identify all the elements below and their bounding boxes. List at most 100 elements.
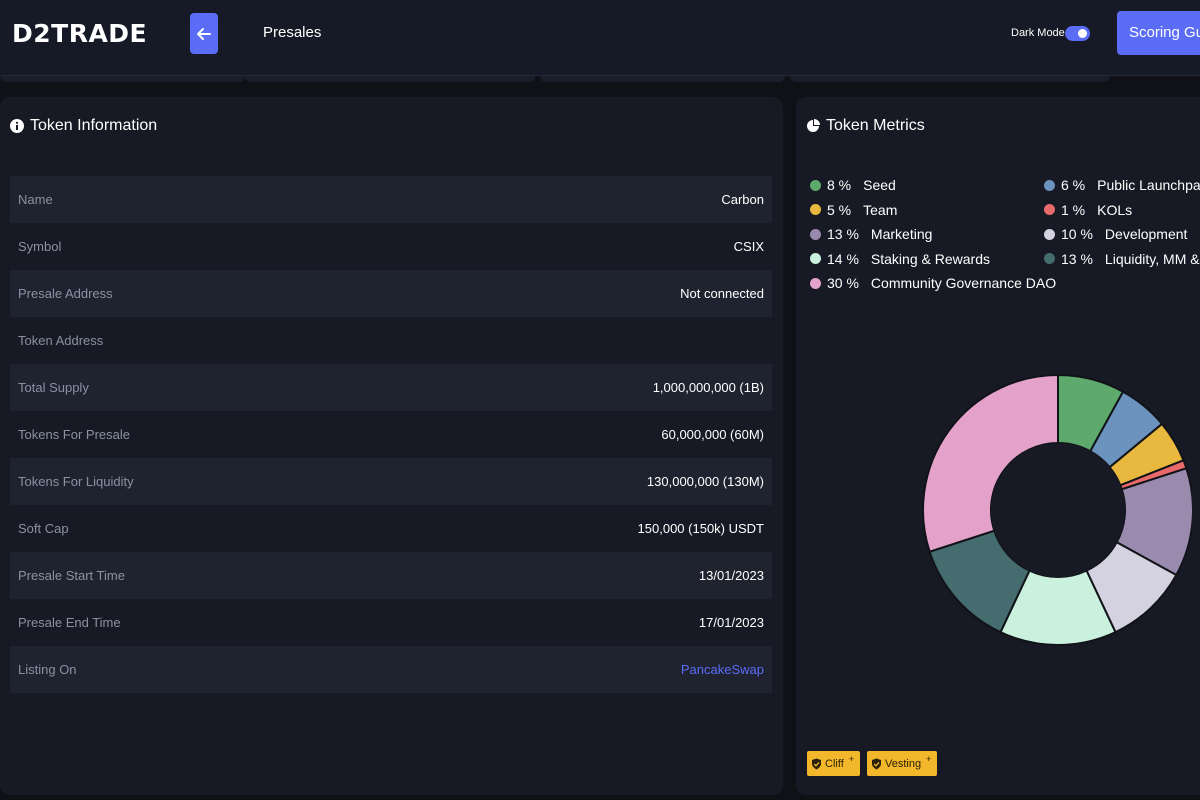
table-row: Presale Address Not connected bbox=[10, 270, 772, 317]
legend-label: KOLs bbox=[1097, 201, 1133, 218]
row-label: Total Supply bbox=[18, 380, 89, 395]
legend-dot bbox=[810, 253, 821, 265]
legend-percent: 14 % bbox=[827, 250, 859, 267]
legend-item[interactable]: 30 % Community Governance DAO bbox=[810, 275, 1056, 291]
header-tab-strip bbox=[245, 76, 535, 82]
token-metrics-panel: Token Metrics 8 % Seed 5 % Team 13 % Marketin… bbox=[796, 97, 1200, 795]
legend-item[interactable]: 10 % Development bbox=[1044, 226, 1187, 242]
legend-dot bbox=[810, 228, 821, 240]
badge-cliff[interactable]: Cliff + bbox=[807, 751, 861, 776]
legend-percent: 6 % bbox=[1061, 177, 1086, 193]
legend-item[interactable]: 13 % Liquidity, MM & Listing bbox=[1044, 251, 1200, 267]
legend-item[interactable]: 1 % KOLs bbox=[1044, 202, 1132, 218]
token-information-panel: Token Information Name Carbon Symbol CSIX Pr… bbox=[0, 97, 783, 795]
pie-chart-icon bbox=[807, 119, 820, 132]
dark-mode-label: Dark Mode bbox=[1011, 27, 1065, 39]
table-row: Tokens For Presale 60,000,000 (60M) bbox=[10, 411, 772, 458]
legend-label: Public Launchpads bbox=[1097, 177, 1200, 193]
legend-item[interactable]: 8 % Seed bbox=[810, 177, 896, 193]
row-label: Name bbox=[18, 192, 53, 207]
row-label: Soft Cap bbox=[18, 521, 69, 536]
scoring-guide-button[interactable]: Scoring Guide bbox=[1117, 11, 1200, 55]
row-label: Tokens For Presale bbox=[18, 427, 130, 442]
table-row: Symbol CSIX bbox=[10, 223, 772, 270]
row-value: 17/01/2023 bbox=[698, 615, 764, 630]
vesting-badges: Cliff + Vesting + bbox=[807, 751, 938, 776]
legend-percent: 10 % bbox=[1061, 226, 1093, 243]
legend-percent: 1 % bbox=[1061, 201, 1086, 218]
badge-label: Cliff bbox=[825, 757, 844, 770]
panel-title: Token Metrics bbox=[806, 117, 925, 135]
row-label: Presale End Time bbox=[18, 615, 121, 630]
row-label: Symbol bbox=[18, 239, 62, 254]
legend-label: Liquidity, MM & Listing bbox=[1104, 250, 1200, 267]
row-value: CSIX bbox=[733, 239, 764, 254]
legend-percent: 5 % bbox=[827, 201, 852, 218]
legend-dot bbox=[810, 204, 821, 216]
token-allocation-donut-chart bbox=[922, 373, 1192, 646]
table-row: Tokens For Liquidity 130,000,000 (130M) bbox=[10, 458, 772, 505]
legend-dot bbox=[1044, 204, 1055, 216]
legend-percent: 30 % bbox=[827, 275, 859, 292]
legend-label: Development bbox=[1104, 226, 1188, 243]
shield-check-icon bbox=[812, 758, 821, 769]
row-value: 60,000,000 (60M) bbox=[661, 427, 764, 442]
legend-percent: 13 % bbox=[1061, 250, 1093, 267]
row-label: Token Address bbox=[18, 333, 104, 348]
row-value: 1,000,000,000 (1B) bbox=[652, 380, 764, 395]
legend-percent: 13 % bbox=[827, 226, 859, 243]
row-value: Not connected bbox=[680, 286, 764, 301]
table-row: Soft Cap 150,000 (150k) USDT bbox=[10, 505, 772, 552]
row-value: Carbon bbox=[721, 192, 764, 207]
legend-dot bbox=[810, 179, 821, 191]
token-info-table: Name Carbon Symbol CSIX Presale Address Not c… bbox=[10, 176, 772, 693]
toggle-knob bbox=[1078, 29, 1087, 38]
legend-dot bbox=[1044, 179, 1055, 191]
back-button[interactable] bbox=[190, 13, 218, 54]
table-row: Token Address bbox=[10, 317, 772, 364]
donut-hole bbox=[991, 443, 1125, 577]
badge-vesting[interactable]: Vesting + bbox=[867, 751, 938, 776]
table-row: Total Supply 1,000,000,000 (1B) bbox=[10, 364, 772, 411]
row-value: 150,000 (150k) USDT bbox=[637, 521, 764, 536]
row-label: Listing On bbox=[18, 662, 77, 677]
legend-item[interactable]: 5 % Team bbox=[810, 202, 897, 218]
table-row: Presale End Time 17/01/2023 bbox=[10, 599, 772, 646]
legend-dot bbox=[1044, 253, 1055, 265]
plus-icon: + bbox=[926, 753, 932, 764]
legend-label: Team bbox=[863, 201, 898, 218]
legend-label: Community Governance DAO bbox=[870, 275, 1057, 292]
badge-label: Vesting bbox=[885, 757, 922, 770]
row-value: 130,000,000 (130M) bbox=[646, 474, 764, 489]
legend-dot bbox=[1044, 228, 1055, 240]
table-row: Name Carbon bbox=[10, 176, 772, 223]
arrow-left-icon bbox=[197, 27, 211, 40]
token-information-title: Token Information bbox=[30, 117, 158, 134]
logo: D2TRADE bbox=[12, 19, 148, 48]
legend-label: Staking & Rewards bbox=[870, 250, 990, 267]
page-title: Presales bbox=[263, 24, 322, 41]
legend-item[interactable]: 6 % Public Launchpads bbox=[1044, 177, 1200, 193]
legend-label: Marketing bbox=[870, 226, 933, 243]
table-row: Presale Start Time 13/01/2023 bbox=[10, 552, 772, 599]
row-value: 13/01/2023 bbox=[698, 568, 764, 583]
shield-check-icon bbox=[872, 758, 882, 769]
token-metrics-title: Token Metrics bbox=[826, 117, 925, 134]
plus-icon: + bbox=[848, 753, 855, 764]
header-tab-strip bbox=[0, 76, 245, 82]
listing-link[interactable]: PancakeSwap bbox=[681, 662, 764, 677]
legend-dot bbox=[810, 277, 821, 289]
header-tab-strip bbox=[540, 76, 785, 82]
row-label: Tokens For Liquidity bbox=[18, 474, 134, 489]
legend-percent: 8 % bbox=[827, 177, 852, 193]
row-label: Presale Start Time bbox=[18, 568, 125, 583]
dark-mode-toggle[interactable] bbox=[1065, 26, 1090, 41]
panel-title: Token Information bbox=[10, 117, 157, 135]
legend-item[interactable]: 14 % Staking & Rewards bbox=[810, 251, 990, 267]
info-icon bbox=[10, 119, 24, 133]
header-tab-strip bbox=[790, 76, 1110, 82]
legend-label: Seed bbox=[863, 177, 896, 193]
top-header: D2TRADE Presales Dark Mode Scoring Guide bbox=[0, 0, 1200, 76]
row-label: Presale Address bbox=[18, 286, 113, 301]
legend-item[interactable]: 13 % Marketing bbox=[810, 226, 932, 242]
